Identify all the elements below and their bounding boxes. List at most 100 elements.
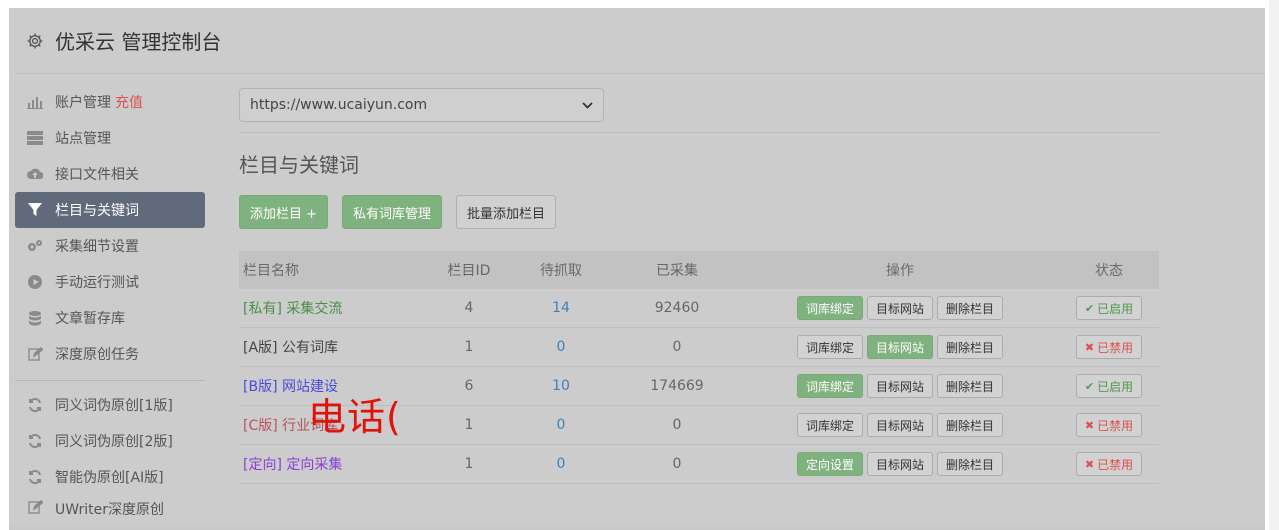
wait-count[interactable]: 0 — [509, 339, 613, 355]
status-toggle[interactable]: ✔ 已启用 — [1075, 374, 1143, 398]
site-select[interactable]: https://www.ucaiyun.com — [239, 88, 604, 122]
section-title: 栏目与关键词 — [239, 153, 359, 177]
delete-column-button[interactable]: 删除栏目 — [937, 452, 1004, 476]
sidebar-item-label: 文章暂存库 — [55, 311, 125, 327]
status-label: 已禁用 — [1097, 457, 1134, 472]
table-row: [A版] 公有词库 1 0 0 词库绑定 目标网站 删除栏目 ✖ 已禁用 — [239, 328, 1159, 367]
server-icon — [27, 130, 43, 146]
bind-lib-button[interactable]: 词库绑定 — [796, 413, 863, 437]
ops-cell: 定向设置 目标网站 删除栏目 — [741, 452, 1059, 476]
status-cell: ✔ 已启用 — [1059, 374, 1159, 398]
recharge-link[interactable]: 充值 — [115, 92, 143, 112]
target-site-button[interactable]: 目标网站 — [866, 296, 933, 320]
cross-icon: ✖ — [1084, 457, 1095, 471]
sidebar-item-label: 栏目与关键词 — [55, 203, 139, 219]
ops-cell: 词库绑定 目标网站 删除栏目 — [741, 335, 1059, 359]
status-toggle[interactable]: ✖ 已禁用 — [1075, 452, 1143, 476]
bind-lib-button[interactable]: 词库绑定 — [796, 374, 863, 398]
top-edge — [0, 0, 1279, 8]
column-name: 采集交流 — [286, 301, 343, 317]
filter-icon — [27, 202, 43, 218]
bind-lib-button[interactable]: 词库绑定 — [796, 335, 863, 359]
column-tag: [C版] — [243, 418, 278, 434]
target-site-button[interactable]: 目标网站 — [866, 452, 933, 476]
bind-lib-button[interactable]: 词库绑定 — [796, 296, 863, 320]
delete-column-button[interactable]: 删除栏目 — [937, 335, 1004, 359]
divider — [239, 132, 1159, 133]
sidebar-item-label: 智能伪原创[AI版] — [55, 470, 164, 486]
sidebar-item-ai-rewrite[interactable]: 智能伪原创[AI版] — [15, 459, 205, 495]
target-site-button[interactable]: 目标网站 — [866, 335, 933, 359]
edit-icon — [27, 499, 43, 515]
sidebar-item-label: 同义词伪原创[2版] — [55, 434, 173, 450]
bar-chart-icon — [27, 94, 43, 110]
wait-count[interactable]: 10 — [509, 378, 613, 394]
delete-column-button[interactable]: 删除栏目 — [937, 374, 1004, 398]
target-site-button[interactable]: 目标网站 — [866, 374, 933, 398]
sidebar-item-label: 深度原创任务 — [55, 347, 139, 363]
sidebar-item-interface[interactable]: 接口文件相关 — [15, 156, 205, 192]
wait-count[interactable]: 14 — [509, 300, 613, 316]
sidebar-item-article-store[interactable]: 文章暂存库 — [15, 300, 205, 336]
edit-icon — [27, 346, 43, 362]
sidebar-item-uwriter[interactable]: UWriter深度原创 — [15, 495, 205, 521]
delete-column-button[interactable]: 删除栏目 — [937, 413, 1004, 437]
column-name-cell[interactable]: [私有] 采集交流 — [239, 298, 429, 318]
sidebar-divider — [15, 380, 205, 381]
column-name: 定向采集 — [286, 457, 343, 473]
direct-settings-button[interactable]: 定向设置 — [796, 452, 863, 476]
sidebar-item-synonym-1[interactable]: 同义词伪原创[1版] — [15, 387, 205, 423]
sidebar-item-label: 账户管理 — [55, 95, 111, 111]
private-lib-button[interactable]: 私有词库管理 — [342, 195, 443, 229]
column-id: 4 — [464, 300, 474, 316]
app-title: 优采云 管理控制台 — [55, 30, 222, 54]
gears-icon — [27, 238, 43, 254]
target-site-button[interactable]: 目标网站 — [866, 413, 933, 437]
chevron-down-icon — [582, 99, 593, 112]
sidebar-item-label: 采集细节设置 — [55, 239, 139, 255]
sidebar-item-deep-rewrite[interactable]: 深度原创任务 — [15, 336, 205, 372]
column-tag: [A版] — [243, 340, 278, 356]
column-id: 1 — [464, 339, 474, 355]
wait-count[interactable]: 0 — [509, 417, 613, 433]
sidebar-item-manual-run[interactable]: 手动运行测试 — [15, 264, 205, 300]
site-select-value: https://www.ucaiyun.com — [250, 97, 428, 113]
done-count: 0 — [672, 417, 682, 433]
sidebar-item-sites[interactable]: 站点管理 — [15, 120, 205, 156]
gear-icon[interactable] — [25, 31, 45, 51]
database-icon — [27, 310, 43, 326]
sidebar-item-label: UWriter深度原创 — [55, 502, 164, 518]
refresh-icon — [27, 433, 43, 449]
status-toggle[interactable]: ✔ 已启用 — [1075, 296, 1143, 320]
header-name: 栏目名称 — [243, 263, 299, 279]
table-row: [私有] 采集交流 4 14 92460 词库绑定 目标网站 删除栏目 ✔ 已启用 — [239, 289, 1159, 328]
column-name-cell[interactable]: [A版] 公有词库 — [239, 337, 429, 357]
header-id: 栏目ID — [447, 263, 491, 279]
column-name-cell[interactable]: [定向] 定向采集 — [239, 454, 429, 474]
column-id: 1 — [464, 456, 474, 472]
column-id: 6 — [464, 378, 474, 394]
sidebar-item-collect-settings[interactable]: 采集细节设置 — [15, 228, 205, 264]
left-edge — [0, 0, 9, 530]
add-column-button[interactable]: 添加栏目 + — [239, 195, 329, 229]
delete-column-button[interactable]: 删除栏目 — [937, 296, 1004, 320]
play-circle-icon — [27, 274, 43, 290]
watermark-text: 电话( — [308, 395, 402, 439]
status-toggle[interactable]: ✖ 已禁用 — [1075, 335, 1143, 359]
status-label: 已禁用 — [1097, 418, 1134, 433]
ops-cell: 词库绑定 目标网站 删除栏目 — [741, 296, 1059, 320]
header-ops: 操作 — [886, 263, 914, 279]
sidebar-item-synonym-2[interactable]: 同义词伪原创[2版] — [15, 423, 205, 459]
status-cell: ✔ 已启用 — [1059, 296, 1159, 320]
app-header: 优采云 管理控制台 — [15, 8, 1265, 74]
sidebar-item-columns[interactable]: 栏目与关键词 — [15, 192, 205, 228]
scrollbar[interactable] — [1269, 0, 1279, 530]
sidebar-item-account[interactable]: 账户管理 充值 — [15, 84, 205, 120]
batch-add-button[interactable]: 批量添加栏目 — [456, 195, 557, 229]
check-icon: ✔ — [1084, 379, 1095, 393]
refresh-icon — [27, 469, 43, 485]
header-status: 状态 — [1095, 263, 1123, 279]
done-count: 174669 — [650, 378, 704, 394]
status-toggle[interactable]: ✖ 已禁用 — [1075, 413, 1143, 437]
wait-count[interactable]: 0 — [509, 456, 613, 472]
